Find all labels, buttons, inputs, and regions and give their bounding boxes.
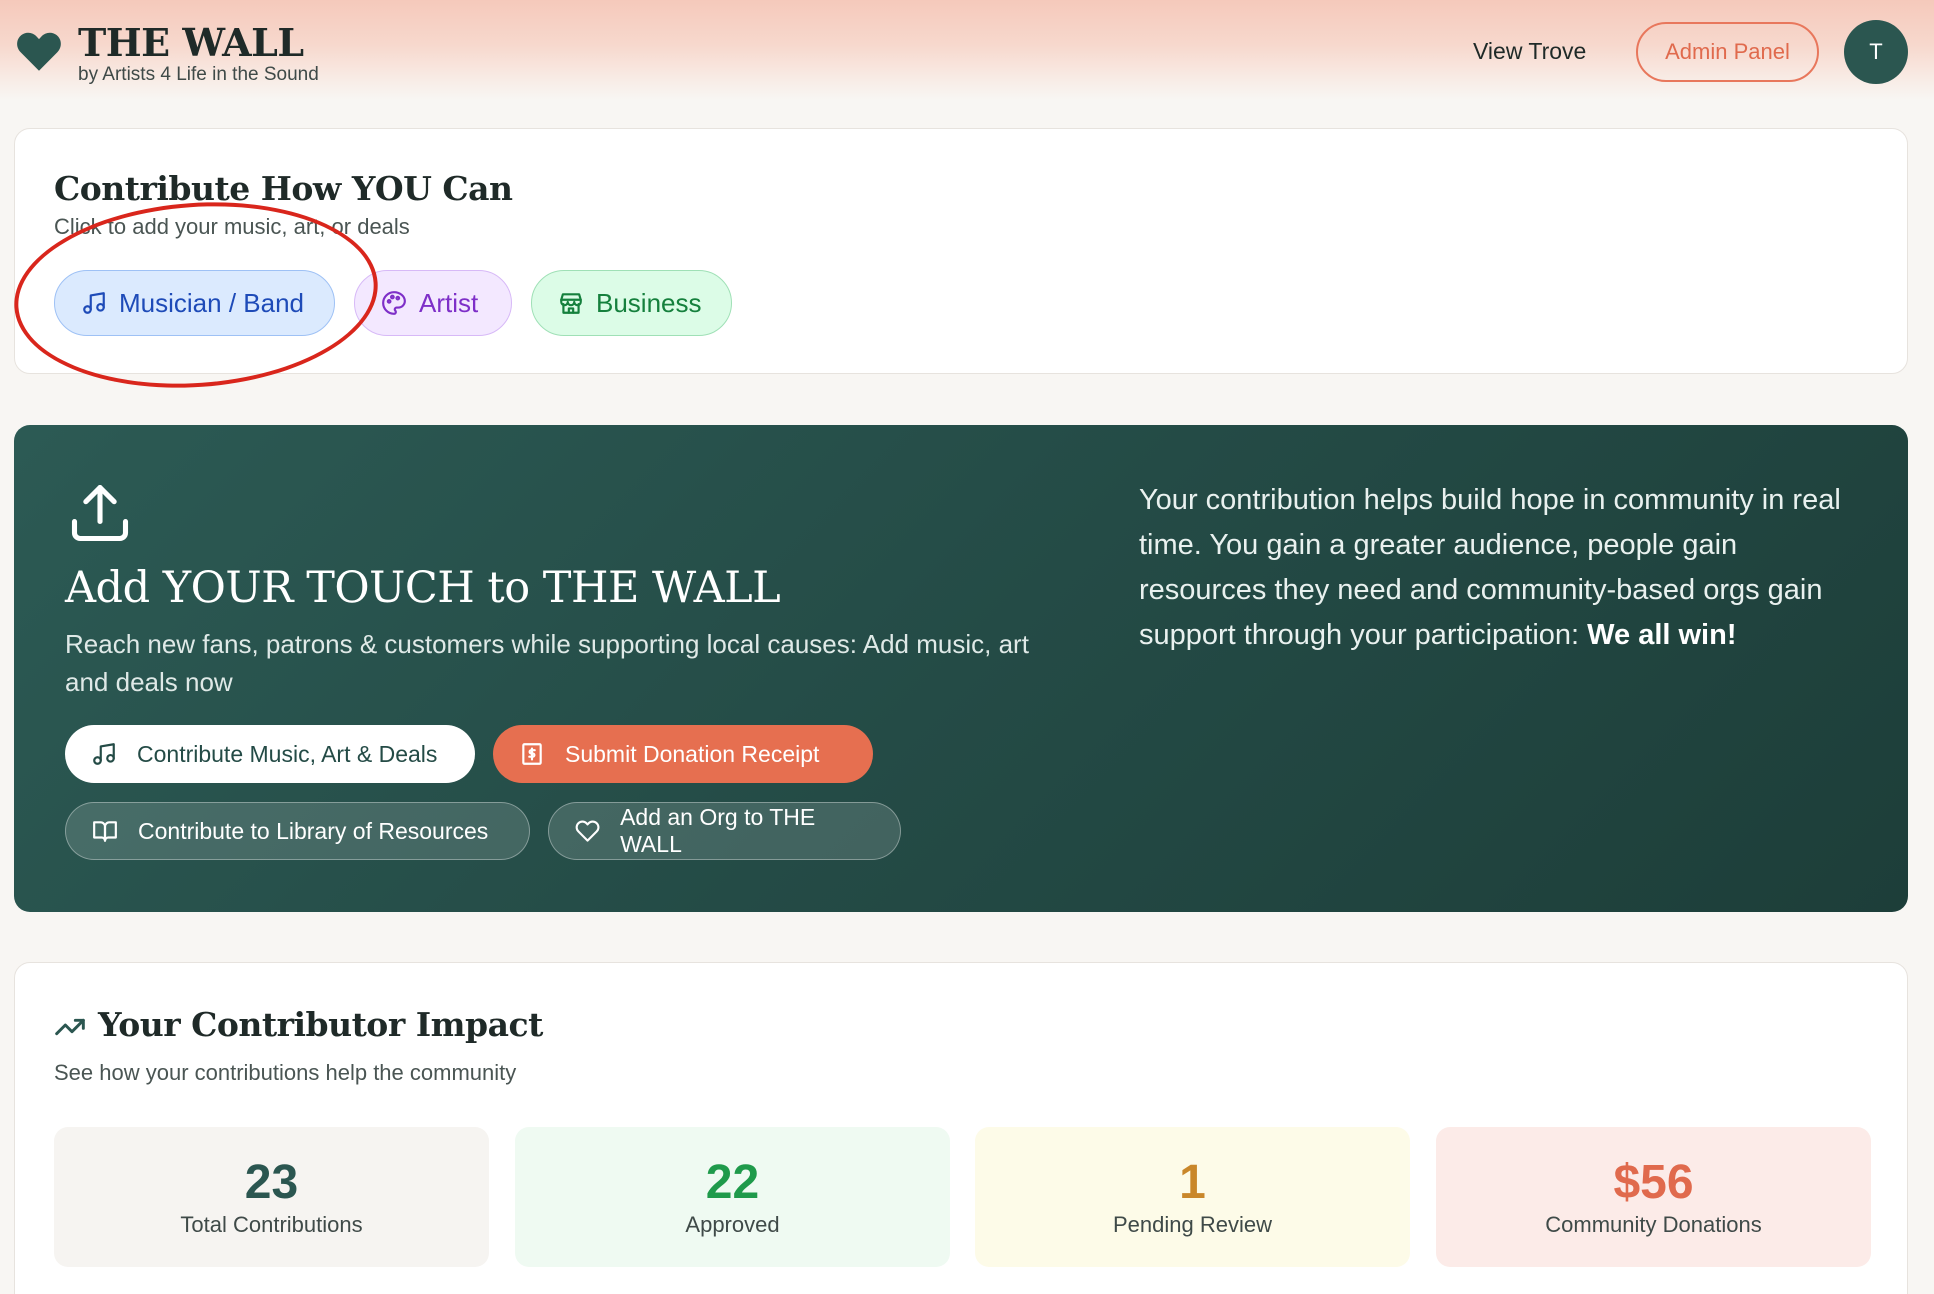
stat-value: 22 <box>705 1156 760 1209</box>
impact-title: Your Contributor Impact <box>98 1005 543 1044</box>
contribution-message: Your contribution helps build hope in co… <box>1139 478 1859 658</box>
add-touch-title: Add YOUR TOUCH to THE WALL <box>65 563 781 613</box>
view-trove-link[interactable]: View Trove <box>1473 38 1586 65</box>
app-title[interactable]: THE WALL <box>78 20 304 65</box>
heart-icon <box>575 820 600 842</box>
artist-button[interactable]: Artist <box>354 270 512 336</box>
stat-label: Approved <box>685 1212 780 1237</box>
stat-community-donations: $56 Community Donations <box>1436 1127 1871 1267</box>
app-header: THE WALL by Artists 4 Life in the Sound … <box>0 0 1934 100</box>
stat-total-contributions: 23 Total Contributions <box>54 1127 489 1267</box>
business-button[interactable]: Business <box>531 270 732 336</box>
add-touch-card: Add YOUR TOUCH to THE WALL Reach new fan… <box>14 425 1908 912</box>
stat-value: 23 <box>244 1156 299 1209</box>
app-subtitle: by Artists 4 Life in the Sound <box>78 64 319 85</box>
book-open-icon <box>93 821 117 842</box>
contribute-library-button[interactable]: Contribute to Library of Resources <box>65 802 530 860</box>
contributor-impact-card: Your Contributor Impact See how your con… <box>14 962 1908 1294</box>
palette-icon <box>382 291 406 315</box>
contribute-music-art-deals-button[interactable]: Contribute Music, Art & Deals <box>65 725 475 783</box>
contribute-music-art-deals-label: Contribute Music, Art & Deals <box>137 740 438 767</box>
stat-value: 1 <box>1179 1156 1206 1209</box>
artist-label: Artist <box>419 287 479 318</box>
submit-donation-receipt-button[interactable]: Submit Donation Receipt <box>493 725 873 783</box>
stat-pending-review: 1 Pending Review <box>975 1127 1410 1267</box>
stat-label: Pending Review <box>1113 1212 1272 1237</box>
trending-up-icon <box>55 1018 85 1036</box>
storefront-icon <box>560 293 582 314</box>
upload-icon <box>71 484 129 542</box>
contribute-title: Contribute How YOU Can <box>54 169 513 208</box>
stat-approved: 22 Approved <box>515 1127 950 1267</box>
user-avatar[interactable]: T <box>1844 20 1908 84</box>
music-note-icon <box>93 743 115 765</box>
impact-subtitle: See how your contributions help the comm… <box>54 1060 517 1085</box>
business-label: Business <box>596 287 702 318</box>
add-org-button[interactable]: Add an Org to THE WALL <box>548 802 901 860</box>
admin-panel-button[interactable]: Admin Panel <box>1636 22 1819 82</box>
submit-donation-receipt-label: Submit Donation Receipt <box>565 740 820 767</box>
receipt-icon <box>522 743 542 765</box>
add-touch-subtitle: Reach new fans, patrons & customers whil… <box>65 629 1029 697</box>
add-org-label: Add an Org to THE WALL <box>620 804 816 857</box>
stat-label: Community Donations <box>1545 1212 1762 1237</box>
stat-value: $56 <box>1613 1156 1694 1209</box>
contribute-library-label: Contribute to Library of Resources <box>138 817 489 844</box>
heart-logo-icon[interactable] <box>14 26 64 76</box>
contribution-message-emphasis: We all win! <box>1587 619 1737 651</box>
stat-label: Total Contributions <box>180 1212 363 1237</box>
